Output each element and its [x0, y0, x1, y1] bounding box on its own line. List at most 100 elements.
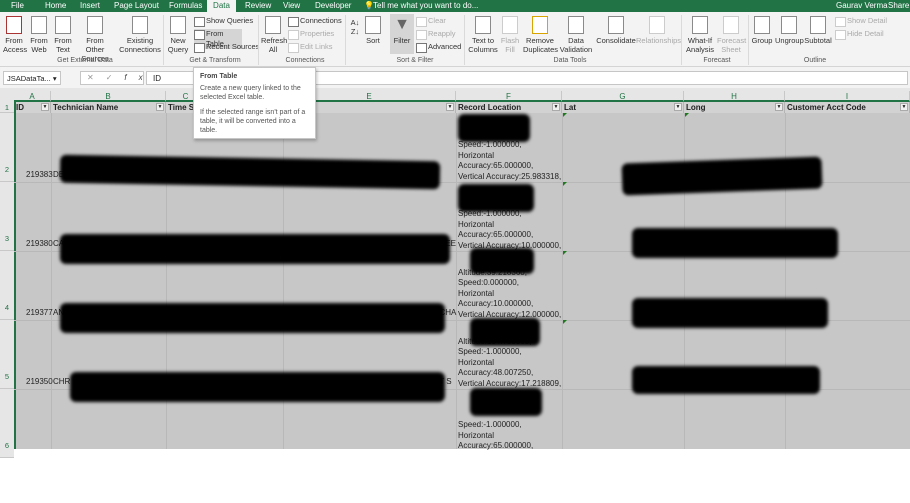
flash-fill-button[interactable]: Flash Fill: [500, 16, 520, 54]
column-header-h[interactable]: H: [684, 91, 785, 102]
record-location-line: Vertical Accuracy:25.983318,: [458, 171, 562, 181]
filter-dropdown-icon[interactable]: ▼: [775, 103, 783, 111]
row-header-3[interactable]: 3: [0, 182, 14, 251]
row-header-1[interactable]: 1: [0, 102, 14, 113]
from-access-button[interactable]: From Access: [3, 16, 27, 54]
consolidate-button[interactable]: Consolidate: [596, 16, 636, 45]
cell-id[interactable]: 219350: [26, 377, 53, 386]
divider: [748, 15, 749, 65]
ungroup-button[interactable]: Ungroup: [775, 16, 804, 45]
header-record-location[interactable]: Record Location ▼: [456, 102, 562, 113]
header-customer-acct-code[interactable]: Customer Acct Code ▼: [785, 102, 910, 113]
sort-button[interactable]: Sort: [362, 16, 384, 45]
existing-connections-button[interactable]: Existing Connections: [119, 16, 161, 54]
redaction: [60, 303, 445, 333]
relationships-button[interactable]: Relationships: [636, 16, 681, 45]
text-to-columns-button[interactable]: Text to Columns: [467, 16, 499, 54]
show-detail-button[interactable]: Show Detail: [835, 16, 887, 27]
filter-dropdown-icon[interactable]: ▼: [552, 103, 560, 111]
column-header-a[interactable]: A: [14, 91, 51, 102]
from-text-button[interactable]: From Text: [52, 16, 74, 54]
row-header-6[interactable]: 6: [0, 389, 14, 458]
error-indicator-icon: [563, 320, 567, 324]
recent-sources-button[interactable]: Recent Sources: [194, 42, 259, 53]
tab-data[interactable]: Data: [207, 0, 236, 12]
from-web-button[interactable]: From Web: [28, 16, 50, 54]
group-button[interactable]: Group: [751, 16, 773, 45]
tab-developer[interactable]: Developer: [315, 0, 351, 12]
redaction: [632, 298, 828, 328]
redaction: [60, 234, 450, 264]
new-query-button[interactable]: New Query: [166, 16, 190, 54]
cell-id[interactable]: 219380: [26, 239, 53, 248]
data-validation-button[interactable]: Data Validation: [558, 16, 594, 54]
header-long[interactable]: Long ▼: [684, 102, 785, 113]
edit-links-button[interactable]: Edit Links: [288, 42, 333, 53]
advanced-button[interactable]: Advanced: [416, 42, 461, 53]
from-other-sources-button[interactable]: From Other Sources: [76, 16, 114, 63]
name-box[interactable]: JSADataTa... ▾: [3, 71, 61, 85]
tab-file[interactable]: File: [11, 0, 24, 12]
tell-me-input[interactable]: Tell me what you want to do...: [373, 0, 478, 12]
user-name[interactable]: Gaurav Verma: [836, 0, 888, 12]
subtotal-button[interactable]: Subtotal: [804, 16, 832, 45]
record-location-line: Accuracy:48.007250,: [458, 368, 534, 377]
tab-insert[interactable]: Insert: [80, 0, 100, 12]
formula-buttons: ✕✓fx: [80, 71, 144, 85]
show-queries-button[interactable]: Show Queries: [194, 16, 253, 27]
enter-icon[interactable]: ✓: [106, 73, 125, 82]
cell-technician-name[interactable]: CHR: [53, 377, 70, 386]
redaction: [470, 248, 534, 274]
properties-button[interactable]: Properties: [288, 29, 334, 40]
column-header-b[interactable]: B: [51, 91, 166, 102]
hide-detail-button[interactable]: Hide Detail: [835, 29, 884, 40]
tab-view[interactable]: View: [283, 0, 300, 12]
header-technician-name[interactable]: Technician Name ▼: [51, 102, 166, 113]
from-table-tooltip: From Table Create a new query linked to …: [193, 67, 316, 139]
filter-dropdown-icon[interactable]: ▼: [674, 103, 682, 111]
text-columns-icon: [475, 16, 491, 34]
cell-id[interactable]: 219383: [26, 170, 53, 179]
share-button[interactable]: Share: [888, 0, 909, 12]
filter-dropdown-icon[interactable]: ▼: [156, 103, 164, 111]
connections-button[interactable]: Connections: [288, 16, 342, 27]
column-header-i[interactable]: I: [785, 91, 910, 102]
filter-dropdown-icon[interactable]: ▼: [41, 103, 49, 111]
what-if-analysis-button[interactable]: What-If Analysis: [684, 16, 716, 54]
cell-id[interactable]: 219377: [26, 308, 53, 317]
tooltip-title: From Table: [200, 73, 238, 80]
tab-review[interactable]: Review: [245, 0, 271, 12]
column-header-f[interactable]: F: [456, 91, 562, 102]
clear-button[interactable]: Clear: [416, 16, 446, 27]
divider: [258, 15, 259, 65]
group-label-connections: Connections: [285, 57, 325, 64]
tab-formulas[interactable]: Formulas: [169, 0, 202, 12]
row-header-2[interactable]: 2: [0, 113, 14, 182]
forecast-sheet-button[interactable]: Forecast Sheet: [717, 16, 746, 54]
row-header-5[interactable]: 5: [0, 320, 14, 389]
tab-page-layout[interactable]: Page Layout: [114, 0, 159, 12]
ribbon-tabs: File Home Insert Page Layout Formulas Da…: [0, 0, 910, 12]
header-lat[interactable]: Lat ▼: [562, 102, 684, 113]
header-id[interactable]: ID ▼: [14, 102, 51, 113]
gridline: [456, 113, 457, 449]
sort-az-button[interactable]: A↓ Z↓: [348, 18, 362, 36]
tab-home[interactable]: Home: [45, 0, 66, 12]
filter-dropdown-icon[interactable]: ▼: [900, 103, 908, 111]
reapply-button[interactable]: Reapply: [416, 29, 456, 40]
remove-duplicates-button[interactable]: Remove Duplicates: [523, 16, 558, 54]
record-location-line: Horizontal: [458, 357, 495, 367]
redaction: [632, 228, 838, 258]
gridline: [51, 113, 52, 449]
other-sources-icon: [87, 16, 103, 34]
filter-button[interactable]: ▼ Filter: [390, 14, 414, 54]
cancel-icon[interactable]: ✕: [87, 73, 106, 82]
refresh-all-button[interactable]: Refresh All: [261, 16, 287, 54]
redaction: [470, 388, 542, 416]
row-header-4[interactable]: 4: [0, 251, 14, 320]
consolidate-icon: [608, 16, 624, 34]
filter-dropdown-icon[interactable]: ▼: [446, 103, 454, 111]
column-header-g[interactable]: G: [562, 91, 684, 102]
redaction: [470, 318, 540, 346]
new-query-icon: [170, 16, 186, 34]
